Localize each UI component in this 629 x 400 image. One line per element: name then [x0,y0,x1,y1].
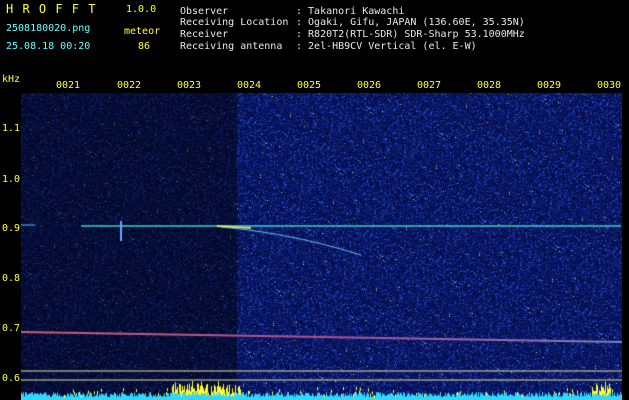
x-tick-label: 0029 [537,80,562,91]
app-title: H R O F F T [6,2,97,16]
spectrogram-canvas [21,93,622,400]
x-tick-label: 0021 [56,80,81,91]
mode-label: meteor [124,26,161,37]
info-receiver-value: : R820T2(RTL-SDR) SDR-Sharp 53.1000MHz [296,29,525,40]
y-tick-label: 0.9 [2,223,21,234]
date-time: 25.08.18 00:20 [6,41,91,52]
y-tick-label: 0.8 [2,273,21,284]
detection-count: 86 [138,41,151,52]
y-tick-label: 0.6 [2,373,21,384]
x-tick-label: 0024 [237,80,262,91]
x-tick-label: 0022 [117,80,142,91]
x-tick-label: 0025 [297,80,322,91]
app-version: 1.0.0 [126,4,157,15]
y-tick-label: 1.1 [2,123,21,134]
x-tick-label: 0027 [417,80,442,91]
info-antenna-label: Receiving antenna [180,41,283,52]
info-antenna-value: : 2el-HB9CV Vertical (el. E-W) [296,41,477,52]
y-axis-unit: kHz [2,74,21,85]
info-receiver-label: Receiver [180,29,229,40]
x-tick-label: 0028 [477,80,502,91]
info-location-value: : Ogaki, Gifu, JAPAN (136.60E, 35.35N) [296,17,525,28]
x-tick-label: 0023 [177,80,202,91]
x-tick-label: 0030 [597,80,622,91]
x-tick-label: 0026 [357,80,382,91]
hrofft-window: H R O F F T 1.0.0 2508180020.png meteor … [0,0,629,400]
y-tick-label: 1.0 [2,174,21,185]
info-location-label: Receiving Location [180,17,289,28]
file-name: 2508180020.png [6,23,91,34]
y-tick-label: 0.7 [2,323,21,334]
